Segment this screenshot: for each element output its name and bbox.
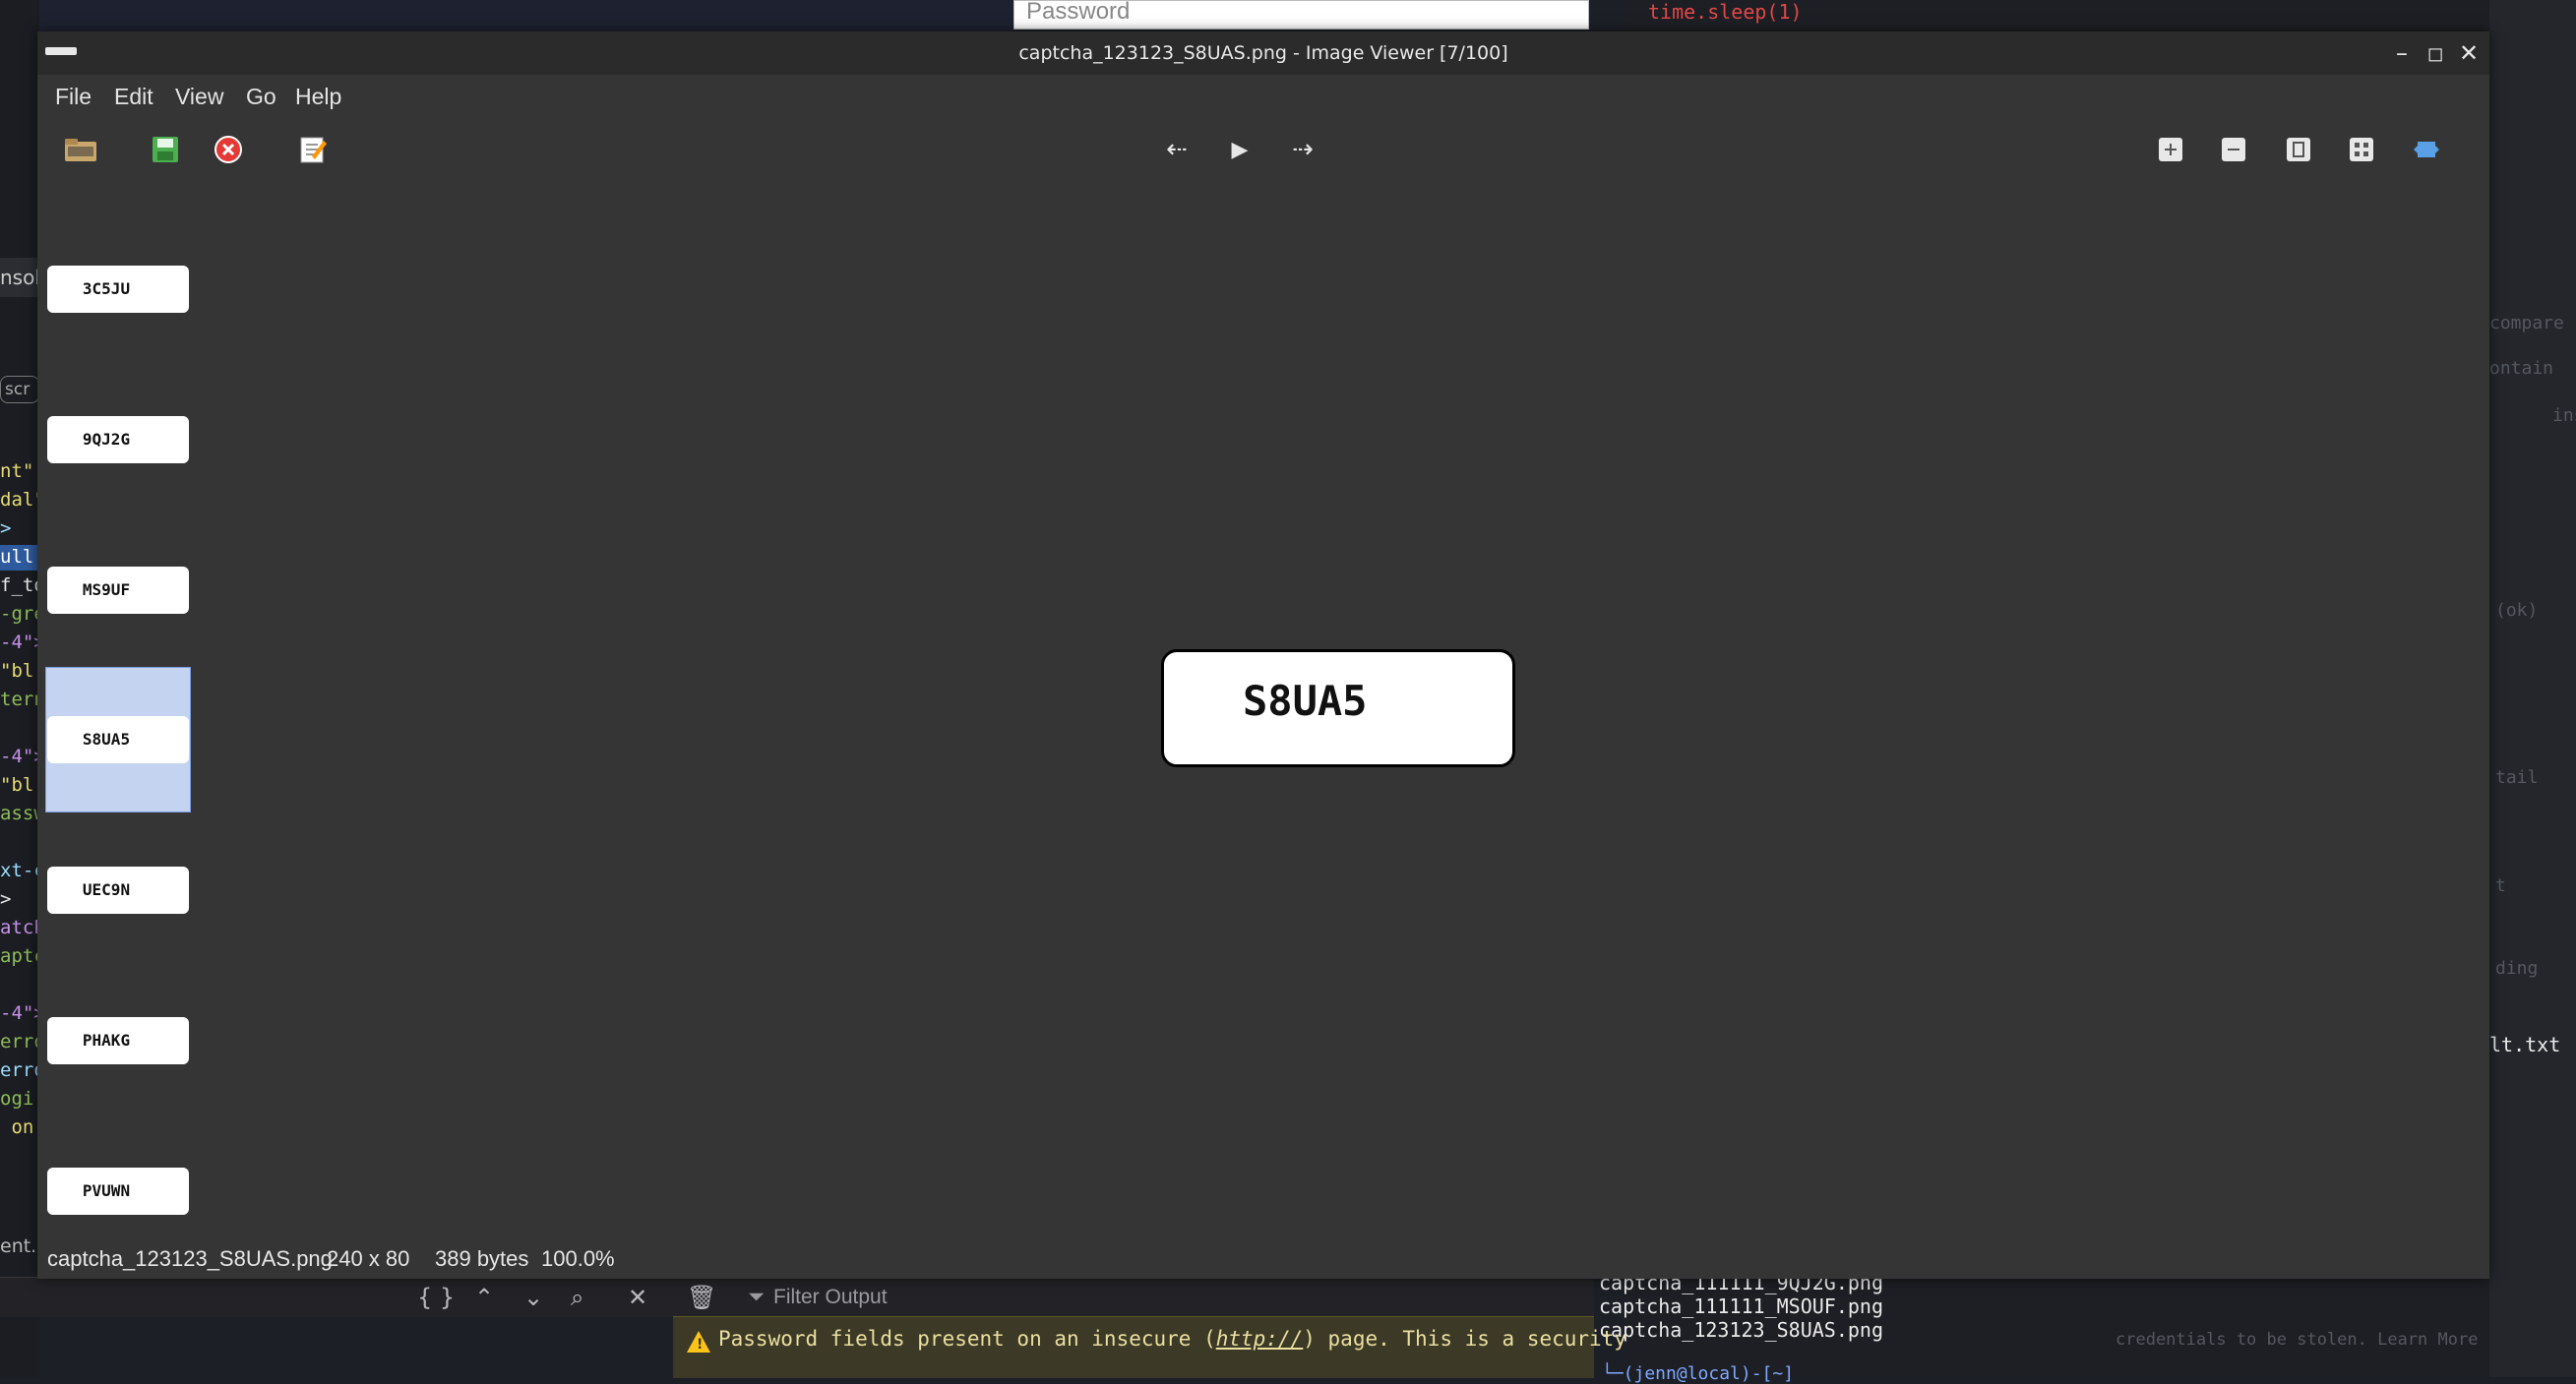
thumbnail-item[interactable]: UEC9N (47, 867, 189, 914)
warning-text: Password fields present on an insecure (… (718, 1327, 1626, 1351)
terminal-file-line: captcha_111111_MSOUF.png (1599, 1294, 1883, 1318)
chevron-up-icon[interactable]: ⌃ (474, 1278, 494, 1317)
ghost-line: ding (2495, 958, 2539, 979)
ghost-line: compare (2489, 313, 2564, 333)
thumbnail-strip: 3C5JU 9QJ2G MS9UF S8UA5 UEC9N PHAKG PVUW… (37, 183, 205, 1255)
password-field[interactable]: Password (1013, 0, 1589, 30)
code-line: > (0, 517, 12, 539)
code-line: ogi (0, 1088, 34, 1110)
thumbnail-label: PHAKG (82, 1031, 131, 1050)
fullscreen-icon[interactable] (2405, 128, 2448, 171)
status-file-size: 389 bytes (435, 1246, 529, 1271)
menu-edit[interactable]: Edit (114, 75, 153, 118)
thumbnail-item[interactable]: 9QJ2G (47, 416, 189, 463)
status-dimensions: 240 x 80 (327, 1246, 410, 1271)
code-line: nt" (0, 460, 34, 482)
filter-icon: ⏷ (748, 1286, 765, 1308)
previous-icon[interactable]: ⇠ (1155, 128, 1198, 171)
thumbnail-label: S8UA5 (82, 730, 131, 749)
ghost-line: tail (2495, 767, 2539, 788)
braces-icon[interactable]: { } (417, 1278, 455, 1317)
console-warning-message: ! Password fields present on an insecure… (673, 1316, 1626, 1378)
captcha-text: S8UA5 (1243, 677, 1368, 725)
code-line: "bl (0, 774, 34, 796)
ghost-line: ontain (2489, 358, 2554, 379)
save-icon[interactable] (144, 128, 187, 171)
thumbnail-item[interactable]: 3C5JU (47, 266, 189, 313)
image-viewer-window: captcha_123123_S8UAS.png - Image Viewer … (37, 31, 2489, 1279)
thumbnail-label: 3C5JU (82, 279, 131, 298)
zoom-out-icon[interactable] (2212, 128, 2255, 171)
thumbnail-item[interactable]: PHAKG (47, 1017, 189, 1064)
close-icon[interactable]: ✕ (628, 1278, 647, 1317)
close-window-icon[interactable]: ✕ (2452, 37, 2485, 69)
ghost-line: (ok) (2495, 600, 2539, 621)
status-bar: captcha_123123_S8UAS.png 240 x 80 389 by… (37, 1239, 2489, 1279)
devtools-console-toolbar: { } ⌃ ⌄ ⌕ ✕ 🗑 ⏷ Filter Output (0, 1277, 1594, 1317)
scratchpad-pill[interactable]: scr (0, 376, 39, 403)
delete-icon[interactable] (207, 128, 250, 171)
background-top-strip (39, 0, 1013, 33)
filter-output-input[interactable]: Filter Output (773, 1278, 888, 1317)
magnifier-icon[interactable]: ⌕ (571, 1278, 583, 1317)
thumbnail-label: PVUWN (82, 1181, 131, 1200)
play-slideshow-icon[interactable]: ▶ (1218, 128, 1261, 171)
terminal-file-line: captcha_123123_S8UAS.png (1599, 1318, 1883, 1342)
minimize-icon[interactable]: – (2385, 37, 2419, 69)
zoom-fit-icon[interactable] (2277, 128, 2320, 171)
ghost-line: ins (2552, 405, 2576, 426)
menu-go[interactable]: Go (246, 75, 276, 118)
menu-help[interactable]: Help (295, 75, 341, 118)
maximize-icon[interactable]: ◻ (2419, 37, 2452, 69)
open-folder-icon[interactable] (59, 128, 102, 171)
menu-file[interactable]: File (55, 75, 92, 118)
thumbnail-label: UEC9N (82, 880, 131, 899)
next-icon[interactable]: ⇢ (1281, 128, 1324, 171)
terminal-fragment: lt.txt (2489, 1033, 2561, 1056)
warning-link[interactable]: http:// (1216, 1327, 1304, 1351)
main-image: S8UA5 (1161, 649, 1515, 767)
code-line: > (0, 888, 12, 910)
console-tab[interactable]: nsol (0, 258, 39, 297)
edit-icon[interactable] (291, 128, 335, 171)
status-zoom: 100.0% (541, 1246, 615, 1271)
menu-bar: File Edit View Go Help (37, 75, 2489, 118)
background-right-panel (2489, 0, 2576, 1377)
thumbnail-label: MS9UF (82, 580, 131, 599)
title-bar[interactable]: captcha_123123_S8UAS.png - Image Viewer … (37, 31, 2489, 75)
thumbnail-label: 9QJ2G (82, 430, 131, 449)
terminal-code-line: time.sleep(1) (1648, 0, 1803, 24)
code-line: "bl (0, 660, 34, 682)
warning-icon-mark: ! (697, 1337, 704, 1353)
ghost-warning-tail: credentials to be stolen. Learn More (2116, 1330, 2479, 1350)
thumbnail-item[interactable]: PVUWN (47, 1168, 189, 1215)
toolbar: ⇠ ▶ ⇢ (37, 118, 2489, 183)
zoom-in-icon[interactable] (2149, 128, 2192, 171)
zoom-original-icon[interactable] (2340, 128, 2383, 171)
code-line: ull (0, 546, 34, 568)
ghost-line: t (2495, 875, 2506, 896)
status-filename: captcha_123123_S8UAS.png (47, 1246, 333, 1271)
chevron-down-icon[interactable]: ⌄ (523, 1278, 543, 1317)
window-title: captcha_123123_S8UAS.png - Image Viewer … (1018, 42, 1508, 64)
trash-icon[interactable]: 🗑 (687, 1278, 716, 1317)
code-line: on (0, 1116, 34, 1138)
thumbnail-item[interactable]: MS9UF (47, 567, 189, 614)
terminal-prompt: └─(jenn@local)-[~] (1602, 1363, 1795, 1384)
thumbnail-item-selected[interactable]: S8UA5 (47, 716, 189, 763)
menu-view[interactable]: View (175, 75, 223, 118)
